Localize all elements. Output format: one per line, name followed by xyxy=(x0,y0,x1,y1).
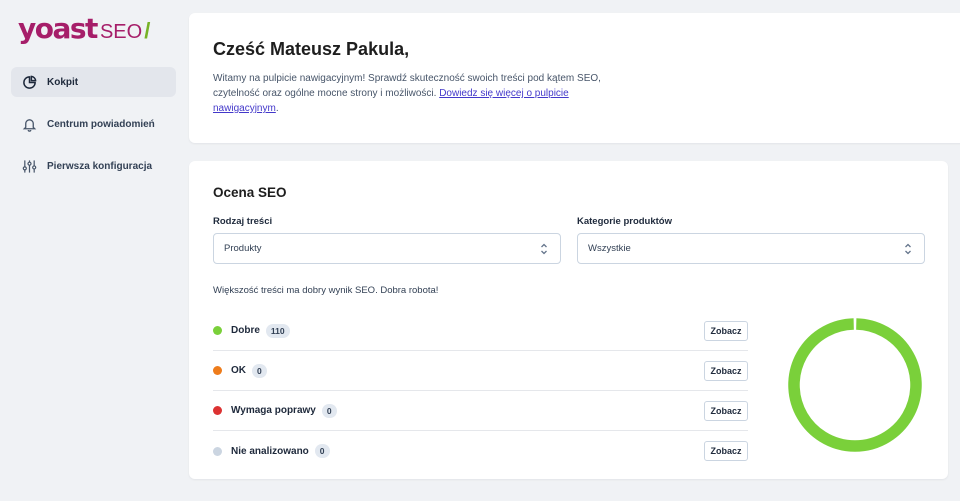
yoast-seo-logo[interactable]: yoast SEO / xyxy=(18,12,150,45)
seo-summary-text: Większość treści ma dobry wynik SEO. Dob… xyxy=(213,285,439,296)
content-type-label: Rodzaj treści xyxy=(213,216,273,227)
welcome-text-end: . xyxy=(275,103,279,114)
score-label: Wymaga poprawy xyxy=(231,405,316,416)
count-badge: 0 xyxy=(252,363,267,378)
content-type-select[interactable]: Produkty xyxy=(213,233,561,264)
count-badge: 0 xyxy=(321,403,337,418)
sidebar-item-label: Centrum powiadomień xyxy=(47,118,155,130)
view-good-button[interactable]: Zobacz xyxy=(704,321,748,341)
donut-slice-dobre xyxy=(788,318,922,452)
status-dot xyxy=(213,366,222,375)
welcome-text: Witamy na pulpicie nawigacyjnym! Sprawdź… xyxy=(213,71,623,116)
score-row-ok: OK 0 Zobacz xyxy=(213,351,748,391)
content-type-value: Produkty xyxy=(224,243,262,254)
status-dot xyxy=(213,326,222,335)
category-label: Kategorie produktów xyxy=(577,216,673,227)
count-badge: 110 xyxy=(265,323,290,338)
score-list: Dobre 110 Zobacz OK 0 Zobacz Wymaga popr… xyxy=(213,311,748,471)
status-dot xyxy=(213,406,222,415)
category-value: Wszystkie xyxy=(588,243,631,254)
seo-score-title: Ocena SEO xyxy=(213,185,287,200)
view-not-analyzed-button[interactable]: Zobacz xyxy=(704,441,748,461)
seo-score-card: Ocena SEO Rodzaj treści Produkty Kategor… xyxy=(189,161,948,479)
sliders-icon xyxy=(21,158,37,174)
view-needs-improvement-button[interactable]: Zobacz xyxy=(704,401,748,421)
score-row-good: Dobre 110 Zobacz xyxy=(213,311,748,351)
sidebar-nav: Kokpit Centrum powiadomień Pierwsza konf… xyxy=(11,67,176,193)
score-row-not-analyzed: Nie analizowano 0 Zobacz xyxy=(213,431,748,471)
chart-pie-icon xyxy=(21,74,37,90)
score-label: OK xyxy=(231,365,246,376)
sidebar-item-label: Kokpit xyxy=(47,76,79,88)
seo-score-donut-chart xyxy=(788,318,922,452)
sidebar-item-first-config[interactable]: Pierwsza konfiguracja xyxy=(11,151,176,181)
sidebar: yoast SEO / Kokpit Centrum powiadomień P… xyxy=(0,0,188,501)
sidebar-item-dashboard[interactable]: Kokpit xyxy=(11,67,176,97)
logo-slash: / xyxy=(144,18,151,43)
welcome-card: Cześć Mateusz Pakula, Witamy na pulpicie… xyxy=(189,13,960,143)
view-ok-button[interactable]: Zobacz xyxy=(704,361,748,381)
score-row-needs-improvement: Wymaga poprawy 0 Zobacz xyxy=(213,391,748,431)
score-label: Dobre xyxy=(231,325,260,336)
chevron-up-down-icon xyxy=(541,243,547,255)
category-select[interactable]: Wszystkie xyxy=(577,233,925,264)
chevron-up-down-icon xyxy=(905,243,911,255)
sidebar-item-notifications[interactable]: Centrum powiadomień xyxy=(11,109,176,139)
score-label: Nie analizowano xyxy=(231,445,309,457)
bell-icon xyxy=(21,116,37,132)
page-title: Cześć Mateusz Pakula, xyxy=(213,39,410,59)
logo-product: SEO xyxy=(99,21,143,43)
status-dot xyxy=(213,446,222,456)
sidebar-item-label: Pierwsza konfiguracja xyxy=(47,160,153,172)
count-badge: 0 xyxy=(314,444,330,458)
logo-brand: yoast xyxy=(18,12,98,45)
